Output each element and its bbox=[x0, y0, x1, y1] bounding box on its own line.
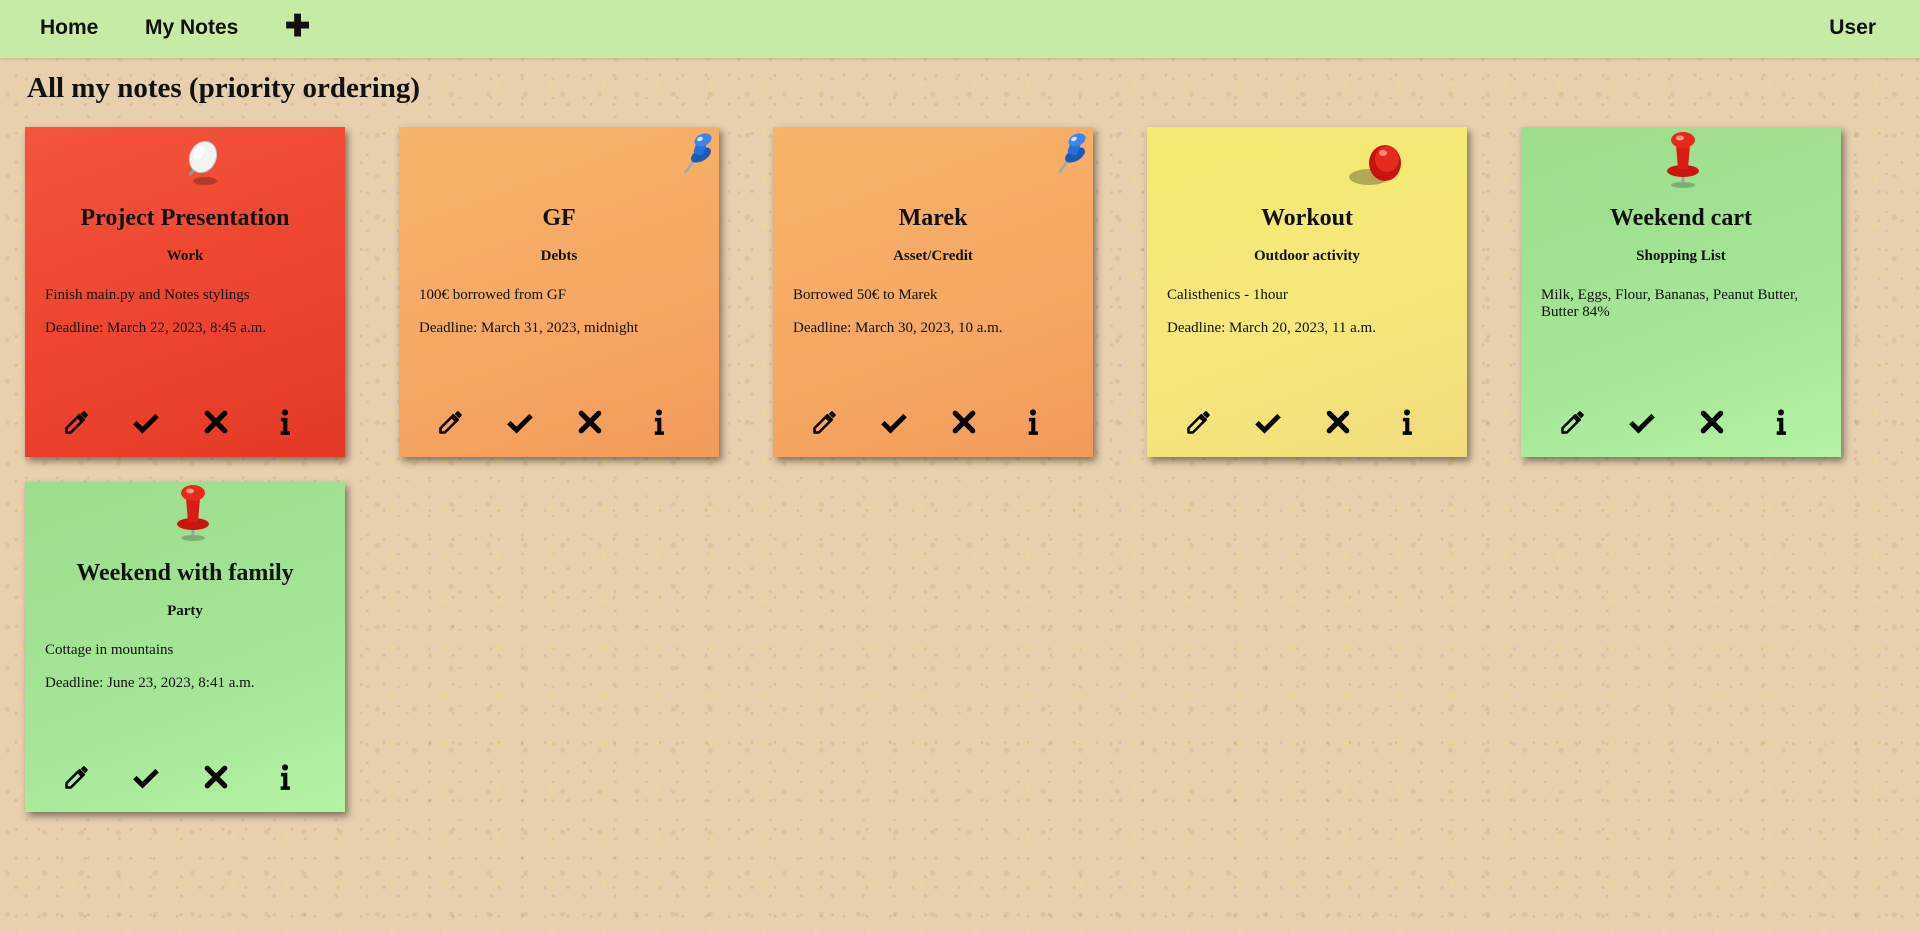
nav-user-link[interactable]: User bbox=[1829, 15, 1876, 41]
checkmark-icon[interactable] bbox=[1250, 404, 1286, 440]
note-actions bbox=[773, 404, 1093, 444]
note-actions bbox=[25, 404, 345, 444]
info-icon[interactable] bbox=[1763, 404, 1799, 440]
note-category: Asset/Credit bbox=[893, 248, 973, 264]
close-icon[interactable] bbox=[198, 404, 234, 440]
nav-home-link[interactable]: Home bbox=[40, 15, 98, 41]
blue-pushpin-icon bbox=[1053, 131, 1089, 177]
note-text: Milk, Eggs, Flour, Bananas, Peanut Butte… bbox=[1541, 287, 1799, 320]
note-deadline: Deadline: March 22, 2023, 8:45 a.m. bbox=[45, 320, 267, 336]
note-deadline: Deadline: March 31, 2023, midnight bbox=[419, 320, 639, 336]
note-actions bbox=[1147, 404, 1467, 444]
navbar: Home My Notes ✚ User bbox=[0, 0, 1920, 58]
pencil-icon[interactable] bbox=[1181, 404, 1217, 440]
close-icon[interactable] bbox=[572, 404, 608, 440]
info-icon[interactable] bbox=[641, 404, 677, 440]
note-text: Borrowed 50€ to Marek bbox=[793, 287, 938, 303]
note-card[interactable]: Project Presentation Work Finish main.py… bbox=[25, 127, 345, 457]
red-pushpin-icon bbox=[1347, 141, 1411, 191]
checkmark-icon[interactable] bbox=[1624, 404, 1660, 440]
pencil-icon[interactable] bbox=[807, 404, 843, 440]
info-icon[interactable] bbox=[267, 759, 303, 795]
info-icon[interactable] bbox=[1015, 404, 1051, 440]
page-title: All my notes (priority ordering) bbox=[27, 72, 421, 104]
close-icon[interactable] bbox=[1320, 404, 1356, 440]
note-card[interactable]: Workout Outdoor activity Calisthenics - … bbox=[1147, 127, 1467, 457]
note-card[interactable]: Marek Asset/Credit Borrowed 50€ to Marek… bbox=[773, 127, 1093, 457]
note-category: Debts bbox=[540, 248, 578, 264]
pencil-icon[interactable] bbox=[433, 404, 469, 440]
note-title: Marek bbox=[898, 205, 968, 231]
checkmark-icon[interactable] bbox=[502, 404, 538, 440]
note-text: Cottage in mountains bbox=[45, 642, 174, 658]
note-actions bbox=[25, 759, 345, 799]
pencil-icon[interactable] bbox=[1555, 404, 1591, 440]
close-icon[interactable] bbox=[1694, 404, 1730, 440]
note-deadline: Deadline: March 30, 2023, 10 a.m. bbox=[793, 320, 1003, 336]
blue-pushpin-icon bbox=[679, 131, 715, 177]
note-title: GF bbox=[542, 205, 576, 231]
checkmark-icon[interactable] bbox=[128, 759, 164, 795]
note-category: Party bbox=[167, 603, 203, 619]
red-pushpin-icon bbox=[171, 480, 215, 542]
note-category: Outdoor activity bbox=[1254, 248, 1360, 264]
note-category: Shopping List bbox=[1636, 248, 1726, 264]
close-icon[interactable] bbox=[946, 404, 982, 440]
note-category: Work bbox=[166, 248, 204, 264]
checkmark-icon[interactable] bbox=[128, 404, 164, 440]
note-card[interactable]: Weekend with family Party Cottage in mou… bbox=[25, 482, 345, 812]
note-deadline: Deadline: March 20, 2023, 11 a.m. bbox=[1167, 320, 1376, 336]
add-note-icon[interactable]: ✚ bbox=[285, 12, 310, 42]
info-icon[interactable] bbox=[267, 404, 303, 440]
nav-my-notes-link[interactable]: My Notes bbox=[145, 15, 238, 41]
note-card[interactable]: GF Debts 100€ borrowed from GF Deadline:… bbox=[399, 127, 719, 457]
checkmark-icon[interactable] bbox=[876, 404, 912, 440]
pencil-icon[interactable] bbox=[59, 759, 95, 795]
pencil-icon[interactable] bbox=[59, 404, 95, 440]
note-title: Weekend cart bbox=[1610, 205, 1752, 231]
close-icon[interactable] bbox=[198, 759, 234, 795]
note-title: Weekend with family bbox=[76, 560, 294, 586]
info-icon[interactable] bbox=[1389, 404, 1425, 440]
note-text: 100€ borrowed from GF bbox=[419, 287, 567, 303]
note-card[interactable]: Weekend cart Shopping List Milk, Eggs, F… bbox=[1521, 127, 1841, 457]
note-text: Finish main.py and Notes stylings bbox=[45, 287, 250, 303]
red-pushpin-icon bbox=[1661, 127, 1705, 189]
white-pushpin-icon bbox=[175, 137, 223, 187]
note-text: Calisthenics - 1hour bbox=[1167, 287, 1288, 303]
note-title: Project Presentation bbox=[80, 205, 290, 231]
note-title: Workout bbox=[1260, 205, 1353, 231]
note-actions bbox=[399, 404, 719, 444]
note-deadline: Deadline: June 23, 2023, 8:41 a.m. bbox=[45, 675, 255, 691]
note-actions bbox=[1521, 404, 1841, 444]
